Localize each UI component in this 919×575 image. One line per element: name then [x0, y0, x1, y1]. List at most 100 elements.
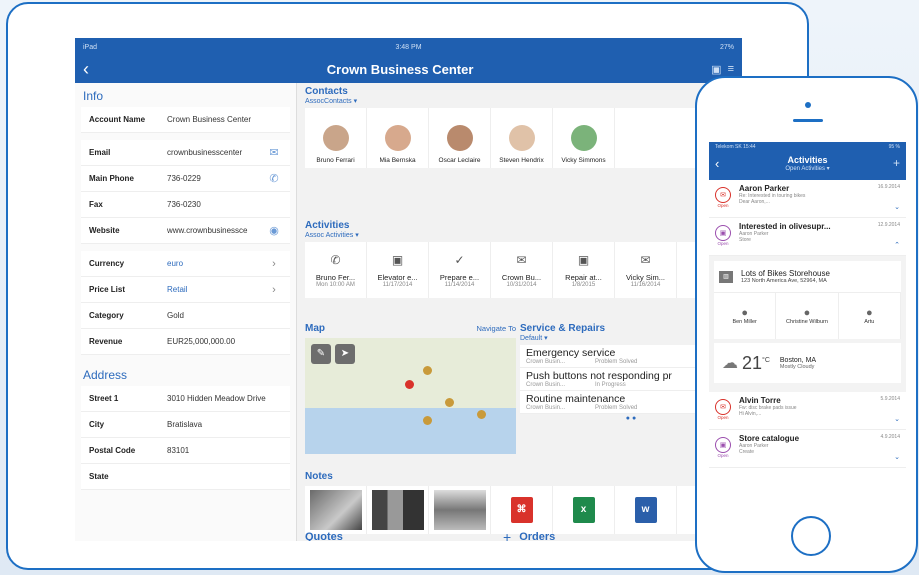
activity-item[interactable]: ✉ Open Aaron Parker Re: Interested in to…	[709, 180, 906, 218]
activity-item[interactable]: ▣ Open Store catalogue Aaron Parker Crea…	[709, 430, 906, 468]
contact-name: Mia Bernska	[379, 157, 416, 164]
navigate-to-link[interactable]: Navigate To	[477, 324, 516, 333]
activity-line: Create	[739, 449, 755, 455]
contact-name: Steven Hendrix	[499, 157, 544, 164]
map-title: Map	[305, 323, 325, 334]
activity-name: Interested in olivesupr...	[739, 222, 831, 231]
field-row: Account Name Crown Business Center	[81, 107, 290, 133]
avatar	[384, 125, 411, 151]
back-chevron-icon[interactable]: ‹	[83, 59, 89, 80]
note-item[interactable]: ⌘	[491, 486, 553, 534]
activity-item[interactable]: ✉ Open Alvin Torre Fw: disc brake pads i…	[709, 392, 906, 430]
ipad-nav-bar: ‹ Crown Business Center ▣ ≡	[75, 56, 742, 83]
chevron-down-icon[interactable]: ⌄	[894, 415, 900, 423]
activity-card[interactable]: ▣ Elevator e... 11/17/2014	[367, 242, 429, 298]
map-layers-icon[interactable]: ✎	[311, 344, 331, 364]
home-button[interactable]	[791, 516, 831, 556]
map-pin-icon[interactable]	[477, 410, 486, 419]
info-section-title: Info	[83, 89, 104, 103]
participant[interactable]: ● Christine Wilburn	[776, 293, 839, 339]
field-row[interactable]: Website www.crownbusinessce ◉	[81, 218, 290, 244]
menu-icon[interactable]: ≡	[728, 63, 734, 76]
contact-name: Bruno Ferrari	[316, 157, 355, 164]
chevron-right-icon[interactable]: ›	[266, 284, 282, 296]
activity-card[interactable]: ✉ Vicky Sim... 11/16/2014	[615, 242, 677, 298]
calendar-icon: ▣	[715, 437, 731, 453]
field-row: Postal Code 83101	[81, 438, 290, 464]
chevron-down-icon[interactable]: ⌄	[894, 453, 900, 461]
contacts-filter[interactable]: AssocContacts ▾	[305, 97, 742, 105]
field-value: 83101	[167, 446, 190, 455]
store-row[interactable]: ▥ Lots of Bikes Storehouse 123 North Ame…	[714, 261, 901, 293]
back-chevron-icon[interactable]: ‹	[715, 156, 719, 171]
field-row[interactable]: Price List Retail ›	[81, 277, 290, 303]
map-pin-icon[interactable]	[423, 366, 432, 375]
field-row[interactable]: Main Phone 736-0229 ✆	[81, 166, 290, 192]
address-section-title: Address	[83, 368, 128, 382]
weather-city: Boston, MA	[779, 356, 817, 364]
contact-card[interactable]: Oscar Leclaire	[429, 108, 491, 168]
field-label: Price List	[89, 285, 126, 294]
note-item[interactable]: w	[615, 486, 677, 534]
state-label: Open	[717, 203, 729, 208]
location-arrow-icon[interactable]: ➤	[335, 344, 355, 364]
contact-card[interactable]: Bruno Ferrari	[305, 108, 367, 168]
activity-title: Crown Bu...	[501, 272, 542, 282]
store-icon: ▥	[719, 270, 733, 283]
field-label: Street 1	[89, 394, 119, 403]
field-label: Revenue	[89, 337, 123, 346]
activity-name: Store catalogue	[739, 434, 800, 443]
service-status: In Progress	[595, 382, 626, 388]
activity-title: Vicky Sim...	[625, 272, 666, 282]
activity-line: Store	[739, 237, 751, 243]
note-item[interactable]	[305, 486, 367, 534]
note-item[interactable]: x	[553, 486, 615, 534]
activity-card[interactable]: ✆ Bruno Fer... Mon 10:00 AM	[305, 242, 367, 298]
note-item[interactable]	[367, 486, 429, 534]
details-panel: Info Account Name Crown Business Center Em…	[75, 83, 297, 541]
field-value: Crown Business Center	[167, 115, 252, 124]
field-value: crownbusinesscenter	[167, 148, 243, 157]
mail-icon[interactable]: ✉	[266, 146, 282, 159]
activity-name: Alvin Torre	[739, 396, 781, 405]
map-pin-icon[interactable]	[405, 380, 414, 389]
activity-card[interactable]: ✉ Crown Bu... 10/31/2014	[491, 242, 553, 298]
map-pin-icon[interactable]	[445, 398, 454, 407]
store-name: Lots of Bikes Storehouse	[741, 269, 830, 278]
map-pin-icon[interactable]	[423, 416, 432, 425]
field-label: Main Phone	[89, 174, 134, 183]
compass-icon[interactable]: ◉	[266, 224, 282, 237]
field-label: City	[89, 420, 105, 429]
chevron-up-icon[interactable]: ⌃	[894, 241, 900, 249]
mail-icon: ✉	[715, 399, 731, 415]
related-panel: Contacts AssocContacts ▾ Bruno Ferrari Mi…	[301, 83, 742, 541]
activities-filter[interactable]: Open Activities ▾	[709, 165, 906, 172]
activity-card[interactable]: ✓ Prepare e... 11/14/2014	[429, 242, 491, 298]
add-quote-button[interactable]: +	[503, 529, 511, 541]
chevron-right-icon[interactable]: ›	[266, 258, 282, 270]
contact-card[interactable]: Steven Hendrix	[491, 108, 553, 168]
activity-date: 10/31/2014	[506, 281, 537, 288]
service-account: Crown Busin...	[526, 382, 566, 388]
field-row[interactable]: Currency euro ›	[81, 251, 290, 277]
activities-filter[interactable]: Assoc Activities ▾	[305, 231, 742, 239]
activity-item[interactable]: ▣ Open Interested in olivesupr... Aaron …	[709, 218, 906, 256]
activity-date: 5.9.2014	[880, 396, 900, 402]
contact-card[interactable]: Mia Bernska	[367, 108, 429, 168]
map-view[interactable]: ✎ ➤	[305, 338, 516, 454]
contact-card[interactable]: Vicky Simmons	[553, 108, 615, 168]
note-item[interactable]	[429, 486, 491, 534]
field-value: Gold	[167, 311, 184, 320]
activity-card[interactable]: ▣ Repair at... 1/8/2015	[553, 242, 615, 298]
participant[interactable]: ● Artu	[839, 293, 901, 339]
field-value: Bratislava	[167, 420, 203, 429]
field-row[interactable]: Email crownbusinesscenter ✉	[81, 140, 290, 166]
chevron-down-icon[interactable]: ⌄	[894, 203, 900, 211]
person-icon: ●	[741, 307, 748, 319]
avatar	[322, 125, 349, 151]
service-account: Crown Busin...	[526, 359, 566, 365]
participant[interactable]: ● Ben Miller	[714, 293, 777, 339]
save-icon[interactable]: ▣	[711, 63, 721, 76]
add-button[interactable]: +	[893, 156, 900, 170]
phone-icon[interactable]: ✆	[266, 172, 282, 185]
